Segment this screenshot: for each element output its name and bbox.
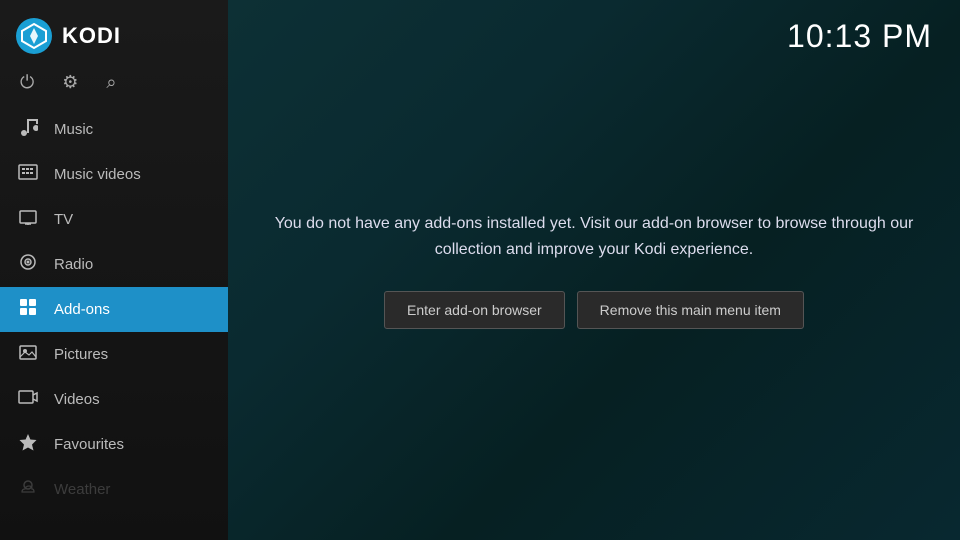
sidebar-item-videos[interactable]: Videos	[0, 377, 228, 422]
sidebar-item-add-ons[interactable]: Add-ons	[0, 287, 228, 332]
sidebar-label-pictures: Pictures	[54, 346, 108, 363]
favourites-icon	[16, 432, 40, 457]
addons-icon	[16, 297, 40, 322]
radio-icon	[16, 252, 40, 277]
sidebar-action-icons: ⏻ ⚙ ⌕	[0, 68, 228, 107]
main-content: 10:13 PM You do not have any add-ons ins…	[228, 0, 960, 540]
power-icon[interactable]: ⏻	[20, 72, 34, 93]
kodi-logo-icon	[16, 18, 52, 54]
tv-icon	[16, 207, 40, 232]
weather-icon	[16, 477, 40, 502]
sidebar-item-pictures[interactable]: Pictures	[0, 332, 228, 377]
content-area: You do not have any add-ons installed ye…	[228, 211, 960, 328]
sidebar-label-radio: Radio	[54, 256, 93, 273]
app-title: KODI	[62, 23, 121, 49]
enter-addon-browser-button[interactable]: Enter add-on browser	[384, 291, 565, 329]
sidebar-label-videos: Videos	[54, 391, 100, 408]
remove-menu-item-button[interactable]: Remove this main menu item	[577, 291, 804, 329]
settings-icon[interactable]: ⚙	[62, 72, 78, 93]
sidebar-item-tv[interactable]: TV	[0, 197, 228, 242]
search-icon[interactable]: ⌕	[106, 72, 116, 93]
sidebar-label-music-videos: Music videos	[54, 166, 141, 183]
music-icon	[16, 117, 40, 142]
sidebar-label-add-ons: Add-ons	[54, 301, 110, 318]
sidebar-item-music-videos[interactable]: Music videos	[0, 152, 228, 197]
pictures-icon	[16, 342, 40, 367]
time-display: 10:13 PM	[787, 18, 932, 55]
sidebar-label-music: Music	[54, 121, 93, 138]
info-message: You do not have any add-ons installed ye…	[268, 211, 920, 262]
videos-icon	[16, 387, 40, 412]
music-videos-icon	[16, 162, 40, 187]
sidebar-item-radio[interactable]: Radio	[0, 242, 228, 287]
sidebar-label-weather: Weather	[54, 481, 110, 498]
sidebar-item-weather[interactable]: Weather	[0, 467, 228, 512]
sidebar-header: KODI	[0, 0, 228, 68]
sidebar: KODI ⏻ ⚙ ⌕ Music Music videos TV	[0, 0, 228, 540]
action-buttons: Enter add-on browser Remove this main me…	[384, 291, 804, 329]
sidebar-item-music[interactable]: Music	[0, 107, 228, 152]
sidebar-nav: Music Music videos TV Radio Add-ons	[0, 107, 228, 540]
sidebar-label-tv: TV	[54, 211, 73, 228]
sidebar-label-favourites: Favourites	[54, 436, 124, 453]
sidebar-item-favourites[interactable]: Favourites	[0, 422, 228, 467]
